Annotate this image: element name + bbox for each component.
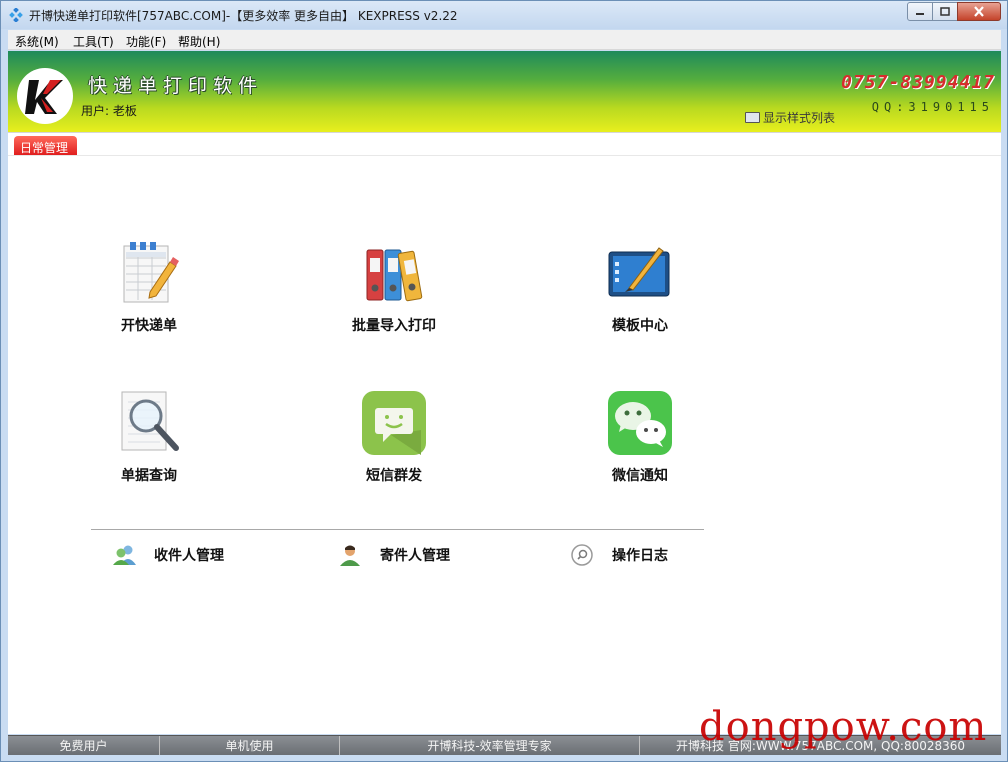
minimize-icon (916, 12, 924, 15)
k-logo-icon (25, 80, 63, 114)
main-content: 日常管理 开快递单 批量导入打印 模板中心 单据查询 短信群发 微信通知 收件人… (8, 132, 1001, 734)
phone-number: 0757-83994417 (841, 72, 995, 93)
spreadsheet-pencil-icon (116, 240, 182, 306)
link-label: 收件人管理 (154, 548, 224, 564)
maximize-icon (940, 7, 950, 16)
tablet-pen-icon (607, 240, 673, 306)
menu-tools[interactable]: 工具(T) (73, 33, 114, 50)
watermark: dongpow.com (699, 704, 988, 750)
show-style-label: 显示样式列表 (763, 111, 836, 125)
minimize-button[interactable] (907, 2, 933, 21)
menu-bar: 系统(M) 工具(T) 功能(F) 帮助(H) (8, 30, 1001, 50)
menu-function[interactable]: 功能(F) (126, 33, 166, 50)
app-icon (9, 8, 23, 22)
app-window: 开博快递单打印软件[757ABC.COM]-【更多效率 更多自由】 KEXPRE… (0, 0, 1008, 762)
status-mode: 单机使用 (160, 736, 340, 755)
tile-label: 模板中心 (612, 318, 668, 334)
status-user-type: 免费用户 (8, 736, 160, 755)
title-bar[interactable]: 开博快递单打印软件[757ABC.COM]-【更多效率 更多自由】 KEXPRE… (1, 1, 1007, 29)
app-name: 快递单打印软件 (88, 75, 264, 97)
tile-label: 短信群发 (366, 468, 422, 484)
tile-open-express-order[interactable]: 开快递单 (79, 240, 219, 335)
qq-number: QQ:3190115 (871, 100, 994, 114)
menu-system[interactable]: 系统(M) (15, 33, 59, 50)
tab-divider (8, 155, 1001, 156)
menu-help[interactable]: 帮助(H) (178, 33, 220, 50)
status-company: 开博科技-效率管理专家 (340, 736, 640, 755)
tile-document-query[interactable]: 单据查询 (79, 390, 219, 485)
tab-label: 日常管理 (20, 141, 69, 155)
wechat-icon (607, 390, 673, 456)
tile-label: 微信通知 (612, 468, 668, 484)
window-title: 开博快递单打印软件[757ABC.COM]-【更多效率 更多自由】 KEXPRE… (29, 9, 458, 23)
link-recipient-management[interactable]: 收件人管理 (112, 544, 224, 566)
tile-label: 开快递单 (121, 318, 177, 334)
link-sender-management[interactable]: 寄件人管理 (338, 544, 450, 566)
section-divider (91, 529, 704, 530)
tile-batch-import-print[interactable]: 批量导入打印 (324, 240, 464, 335)
sender-icon (338, 544, 364, 566)
list-style-icon (745, 112, 760, 123)
close-button[interactable] (957, 2, 1001, 21)
magnifier-document-icon (116, 390, 182, 456)
link-operation-log[interactable]: 操作日志 (570, 544, 668, 566)
maximize-button[interactable] (932, 2, 958, 21)
search-log-icon (570, 544, 596, 566)
close-icon (974, 6, 984, 17)
show-style-toggle[interactable]: 显示样式列表 (745, 109, 835, 126)
user-label: 用户: 老板 (81, 104, 137, 118)
binders-icon (361, 240, 427, 306)
tile-wechat-notify[interactable]: 微信通知 (570, 390, 710, 485)
recipients-icon (112, 544, 138, 566)
tile-label: 单据查询 (121, 468, 177, 484)
tile-sms-broadcast[interactable]: 短信群发 (324, 390, 464, 485)
link-label: 操作日志 (612, 548, 668, 564)
tile-label: 批量导入打印 (352, 318, 436, 334)
header-banner: 快递单打印软件 用户: 老板 0757-83994417 QQ:3190115 … (8, 51, 1001, 132)
sms-chat-icon (361, 390, 427, 456)
link-label: 寄件人管理 (380, 548, 450, 564)
tile-template-center[interactable]: 模板中心 (570, 240, 710, 335)
logo (17, 68, 73, 124)
tab-daily-management[interactable]: 日常管理 (14, 136, 77, 155)
